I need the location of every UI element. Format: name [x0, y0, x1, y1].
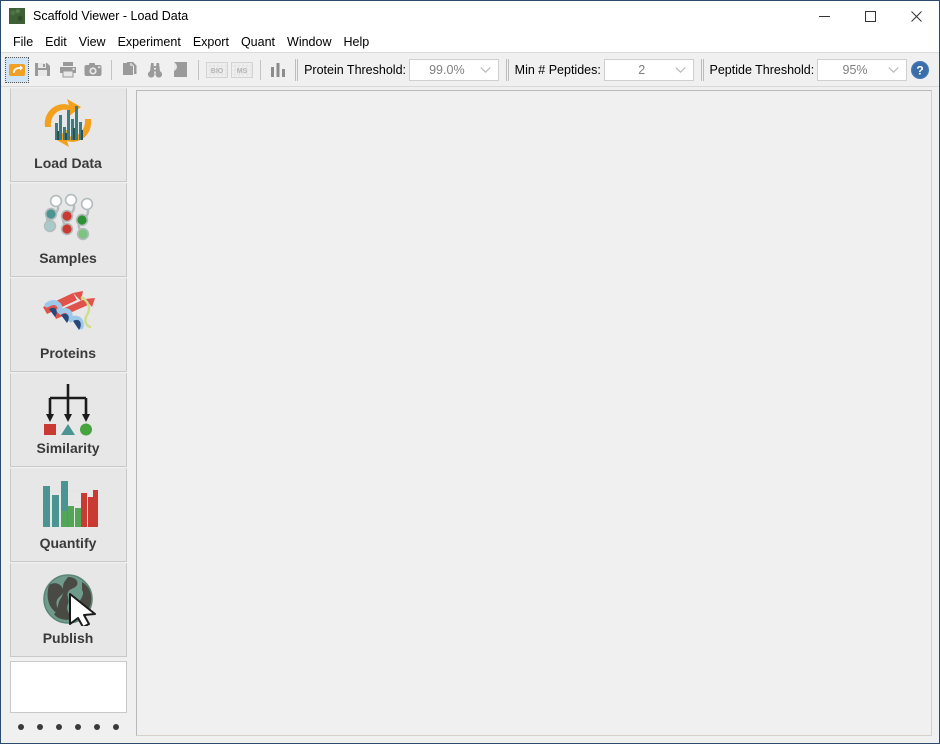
toolbar-separator-4: [295, 58, 299, 81]
page-fold-icon: [172, 61, 188, 78]
main-content-area[interactable]: [136, 90, 932, 736]
toolbar-bar-chart-button[interactable]: [267, 57, 290, 83]
sidebar-pager-dots: [17, 724, 119, 730]
pager-dot[interactable]: [55, 724, 62, 730]
toolbar: BIO MS Protein Threshold: 99.0% Min # Pe…: [1, 53, 939, 87]
sidebar-item-label: Load Data: [34, 155, 102, 171]
svg-text:?: ?: [916, 63, 923, 77]
binoculars-icon: [146, 62, 164, 78]
help-button[interactable]: ?: [910, 58, 930, 82]
minimize-button[interactable]: [801, 1, 847, 31]
ms-grid-icon: MS: [231, 61, 254, 78]
toolbar-camera-button[interactable]: [81, 57, 104, 83]
menu-help[interactable]: Help: [337, 32, 375, 52]
pager-dot[interactable]: [36, 724, 43, 730]
sidebar-item-label: Proteins: [39, 345, 96, 361]
sidebar-item-publish[interactable]: Publish: [9, 563, 127, 657]
peptide-threshold-label: Peptide Threshold:: [709, 62, 815, 77]
samples-network-icon: [36, 190, 100, 248]
svg-text:BIO: BIO: [210, 68, 223, 75]
toolbar-print-button[interactable]: [56, 57, 79, 83]
pager-dot[interactable]: [112, 724, 119, 730]
load-data-arrows-icon: [36, 95, 100, 153]
chevron-down-icon: [674, 66, 686, 73]
pager-dot[interactable]: [17, 724, 24, 730]
pager-dot[interactable]: [93, 724, 100, 730]
title-bar: Scaffold Viewer - Load Data: [1, 1, 939, 31]
peptide-threshold-select[interactable]: 95%: [817, 58, 907, 81]
load-data-icon: [8, 62, 26, 78]
window-controls: [801, 1, 939, 31]
sidebar: Load Data Samples Proteins Similarity Qu…: [1, 87, 135, 743]
menu-view[interactable]: View: [73, 32, 112, 52]
menu-bar: File Edit View Experiment Export Quant W…: [1, 31, 939, 53]
toolbar-separator-5: [505, 58, 509, 81]
print-icon: [59, 61, 77, 78]
protein-threshold-select[interactable]: 99.0%: [409, 58, 499, 81]
sidebar-item-label: Samples: [39, 250, 97, 266]
menu-window[interactable]: Window: [281, 32, 337, 52]
bio-grid-icon: BIO: [205, 61, 228, 78]
min-peptides-label: Min # Peptides:: [514, 62, 601, 77]
sidebar-item-label: Publish: [42, 630, 94, 646]
toolbar-separator-1: [110, 59, 112, 80]
toolbar-copy-pages-button[interactable]: [118, 57, 141, 83]
menu-experiment[interactable]: Experiment: [112, 32, 187, 52]
chevron-down-icon: [888, 66, 899, 73]
sidebar-item-label: Quantify: [39, 535, 97, 551]
sidebar-item-label: Similarity: [36, 440, 100, 456]
svg-text:MS: MS: [237, 68, 248, 75]
toolbar-ms-button[interactable]: MS: [230, 57, 254, 83]
toolbar-separator-3: [259, 59, 261, 80]
protein-ribbon-icon: [36, 285, 100, 343]
menu-export[interactable]: Export: [187, 32, 235, 52]
sidebar-item-proteins[interactable]: Proteins: [9, 278, 127, 372]
bar-chart-icon: [270, 62, 286, 78]
menu-file[interactable]: File: [7, 32, 39, 52]
publish-globe-icon: [36, 570, 100, 628]
toolbar-load-data-button[interactable]: [5, 56, 29, 83]
quantify-bars-icon: [36, 475, 100, 533]
sidebar-item-similarity[interactable]: Similarity: [9, 373, 127, 467]
sidebar-item-load-data[interactable]: Load Data: [9, 88, 127, 182]
maximize-button[interactable]: [847, 1, 893, 31]
toolbar-search-button[interactable]: [143, 57, 166, 83]
chevron-down-icon: [480, 66, 491, 73]
copy-pages-icon: [121, 61, 138, 78]
body: Load Data Samples Proteins Similarity Qu…: [1, 87, 939, 743]
window-title: Scaffold Viewer - Load Data: [33, 9, 189, 23]
toolbar-page-fold-button[interactable]: [169, 57, 192, 83]
sidebar-item-quantify[interactable]: Quantify: [9, 468, 127, 562]
protein-threshold-label: Protein Threshold:: [304, 62, 406, 77]
application-window: Scaffold Viewer - Load Data File Edit Vi…: [0, 0, 940, 744]
menu-edit[interactable]: Edit: [39, 32, 73, 52]
help-icon: ?: [910, 60, 930, 80]
close-button[interactable]: [893, 1, 939, 31]
pager-dot[interactable]: [74, 724, 81, 730]
app-icon: [9, 8, 25, 24]
min-peptides-select[interactable]: 2: [603, 58, 694, 81]
toolbar-bio-button[interactable]: BIO: [205, 57, 228, 83]
toolbar-separator-6: [700, 58, 704, 81]
toolbar-save-button[interactable]: [31, 57, 54, 83]
sidebar-item-samples[interactable]: Samples: [9, 183, 127, 277]
save-icon: [34, 61, 51, 78]
sidebar-preview-panel[interactable]: [9, 661, 127, 713]
toolbar-separator-2: [197, 59, 199, 80]
similarity-tree-icon: [36, 380, 100, 438]
camera-icon: [84, 62, 102, 77]
menu-quant[interactable]: Quant: [235, 32, 281, 52]
